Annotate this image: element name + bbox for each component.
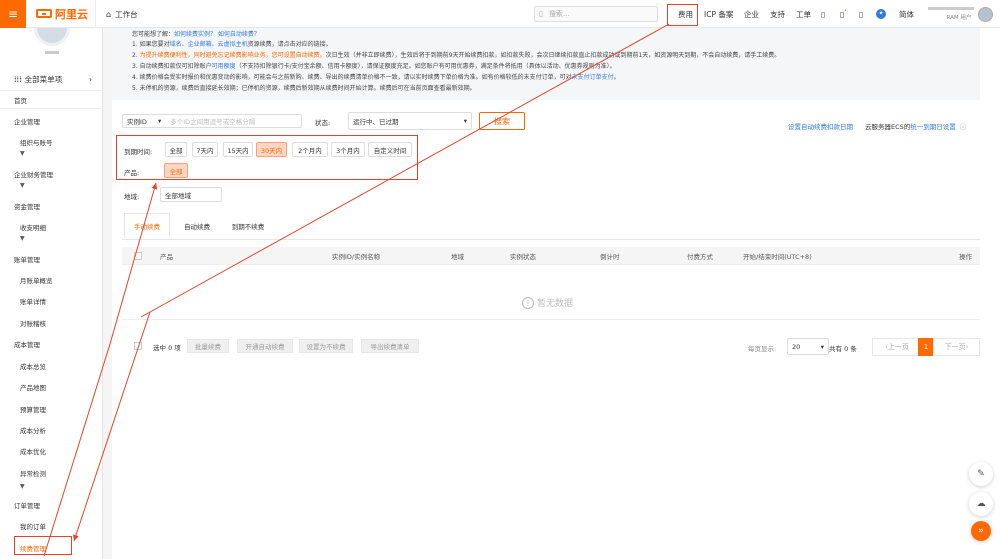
arrow-fees-to-main <box>140 23 670 318</box>
arrow-to-filters <box>109 182 158 345</box>
arrow-to-renewal-line <box>43 343 111 557</box>
annotation-arrows <box>43 23 670 557</box>
arrow-to-renewal <box>73 311 151 542</box>
